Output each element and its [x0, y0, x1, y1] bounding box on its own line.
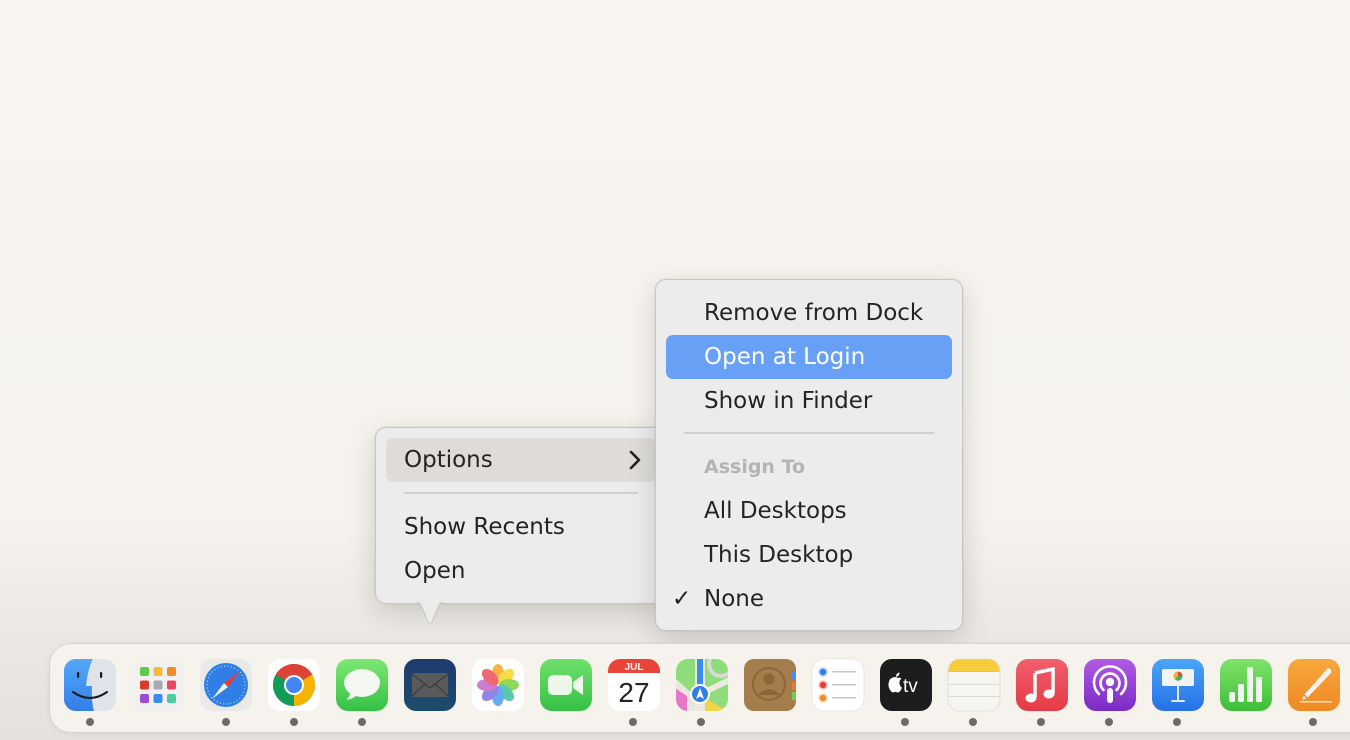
dock-app-pages[interactable]	[1287, 658, 1341, 712]
dock-app-chrome[interactable]	[267, 658, 321, 712]
calendar-month: JUL	[625, 662, 644, 673]
calendar-icon: JUL 27	[608, 659, 660, 711]
running-indicator	[629, 718, 637, 726]
menu-item-label: Show in Finder	[704, 388, 873, 414]
keynote-icon	[1152, 659, 1204, 711]
menu-item-label: Open at Login	[704, 344, 866, 370]
contacts-icon	[744, 659, 796, 711]
dock-app-tv[interactable]: tv	[879, 658, 933, 712]
checkmark-icon: ✓	[672, 586, 692, 612]
running-indicator	[1309, 718, 1317, 726]
dock-app-reminders[interactable]	[811, 658, 865, 712]
tv-icon: tv	[880, 659, 932, 711]
dock-app-safari[interactable]	[199, 658, 253, 712]
safari-icon	[200, 659, 252, 711]
menu-item-none[interactable]: ✓ None	[666, 577, 952, 621]
menu-separator	[684, 432, 934, 434]
menu-separator	[404, 492, 638, 494]
tv-label: tv	[903, 676, 918, 697]
running-indicator	[1105, 718, 1113, 726]
dock-app-podcasts[interactable]	[1083, 658, 1137, 712]
running-indicator	[697, 718, 705, 726]
menu-item-open[interactable]: Open	[386, 549, 656, 593]
messages-icon	[336, 659, 388, 711]
menu-item-options[interactable]: Options	[386, 438, 656, 482]
pages-icon	[1288, 659, 1340, 711]
podcasts-icon	[1084, 659, 1136, 711]
launchpad-icon	[132, 659, 184, 711]
dock-app-launchpad[interactable]	[131, 658, 185, 712]
menu-item-this-desktop[interactable]: This Desktop	[666, 533, 952, 577]
menu-item-all-desktops[interactable]: All Desktops	[666, 489, 952, 533]
dock-app-keynote[interactable]	[1151, 658, 1205, 712]
menu-item-label: Options	[404, 447, 493, 473]
dock-app-finder[interactable]	[63, 658, 117, 712]
facetime-icon	[540, 659, 592, 711]
desktop: Options Show Recents Open Remove from Do…	[0, 0, 1350, 740]
options-submenu: Remove from Dock Open at Login Show in F…	[655, 279, 963, 631]
menu-item-label: Show Recents	[404, 514, 565, 540]
running-indicator	[290, 718, 298, 726]
chevron-right-icon	[628, 438, 642, 496]
calendar-day: 27	[618, 677, 649, 708]
menu-pointer	[412, 600, 448, 624]
dock-app-calendar[interactable]: JUL 27	[607, 658, 661, 712]
running-indicator	[969, 718, 977, 726]
menu-item-label: Open	[404, 558, 466, 584]
menu-item-label: Remove from Dock	[704, 300, 924, 326]
running-indicator	[1173, 718, 1181, 726]
assign-to-header: Assign To	[704, 456, 806, 478]
menu-item-label: This Desktop	[704, 542, 854, 568]
running-indicator	[222, 718, 230, 726]
maps-icon	[676, 659, 728, 711]
dock-app-numbers[interactable]	[1219, 658, 1273, 712]
menu-item-open-at-login[interactable]: Open at Login	[666, 335, 952, 379]
dock-app-music[interactable]	[1015, 658, 1069, 712]
dock-app-maps[interactable]	[675, 658, 729, 712]
dock-app-notes[interactable]	[947, 658, 1001, 712]
photos-icon	[472, 659, 524, 711]
reminders-icon	[811, 658, 865, 712]
dock-app-contacts[interactable]	[743, 658, 797, 712]
menu-item-label: All Desktops	[704, 498, 847, 524]
running-indicator	[1037, 718, 1045, 726]
notes-icon	[947, 658, 1001, 712]
music-icon	[1016, 659, 1068, 711]
menu-item-show-in-finder[interactable]: Show in Finder	[666, 379, 952, 423]
menu-item-remove-from-dock[interactable]: Remove from Dock	[666, 291, 952, 335]
finder-icon	[64, 659, 116, 711]
running-indicator	[86, 718, 94, 726]
dock-context-menu: Options Show Recents Open	[375, 427, 662, 604]
running-indicator	[901, 718, 909, 726]
dock: JUL 27 tv	[49, 643, 1350, 733]
dock-app-facetime[interactable]	[539, 658, 593, 712]
dock-app-mail[interactable]	[403, 658, 457, 712]
menu-item-show-recents[interactable]: Show Recents	[386, 505, 656, 549]
menu-item-label: None	[704, 586, 765, 612]
chrome-icon	[268, 659, 320, 711]
running-indicator	[358, 718, 366, 726]
dock-app-photos[interactable]	[471, 658, 525, 712]
mail-icon	[404, 659, 456, 711]
numbers-icon	[1220, 659, 1272, 711]
dock-app-messages[interactable]	[335, 658, 389, 712]
